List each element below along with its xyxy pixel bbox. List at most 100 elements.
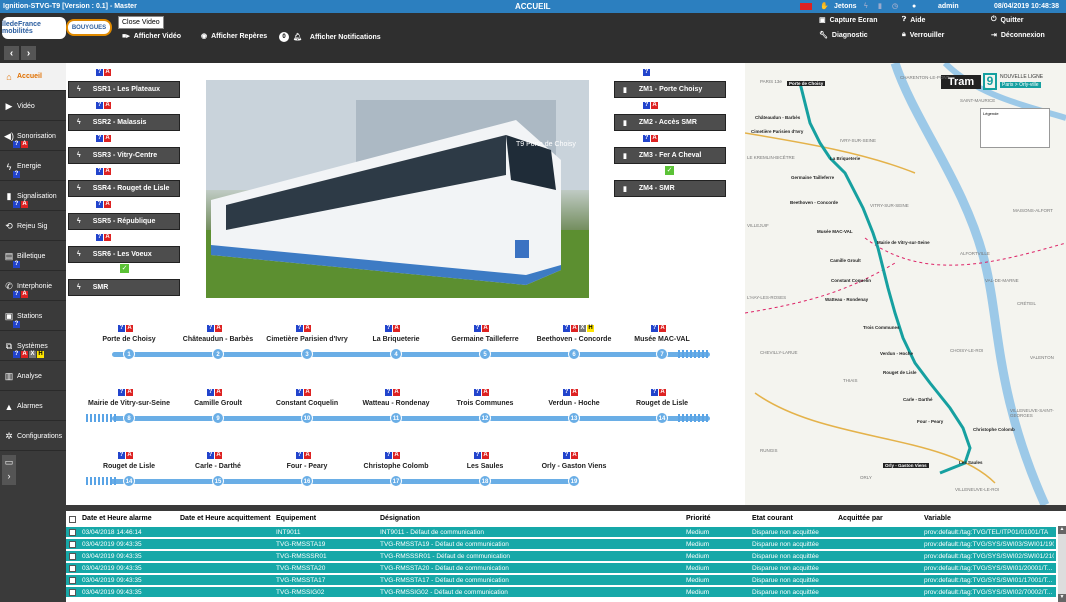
map-stop-label[interactable]: Musée MAC-VAL [817,229,853,234]
ssr-button[interactable]: ϟ SSR2 - Malassis [68,114,180,131]
map-stop-label[interactable]: Porte de Choisy [787,81,826,86]
sidebar-item-rejeusig[interactable]: ⟲ Rejeu Sig [0,213,66,241]
expand-sidebar-button[interactable]: ▭ › [2,455,16,485]
table-row[interactable]: 03/04/2018 14:46:14 INT9011 INT9011 - Défa… [66,527,1056,538]
scroll-up-arrow-icon[interactable]: ▲ [1058,526,1066,534]
screen-capture-button[interactable]: ▣ Capture Ecran [819,16,877,25]
map-stop-label[interactable]: Verdun - Hoche [880,351,913,356]
lock-button[interactable]: 🔒︎ Verrouiller [902,31,944,39]
row-checkbox[interactable] [69,589,76,596]
map-stop-label[interactable]: Camille Groult [830,258,861,263]
zm-button[interactable]: ▮ ZM3 - Fer A Cheval [614,147,726,164]
map-stop-label[interactable]: Beethoven - Concorde [790,200,838,205]
show-notifications-toggle[interactable]: 0 🔔︎ Afficher Notifications [279,32,381,42]
table-row[interactable]: 03/04/2019 09:43:35 TVG-RMSSIG02 TVG-RMSSI… [66,587,1056,598]
map-stop-label[interactable]: Trois Communes [863,325,900,330]
map-stop-label[interactable]: Mairie de Vitry-sur-Seine [877,240,930,245]
show-video-toggle[interactable]: ■▸ Afficher Vidéo [122,32,181,41]
sidebar-item-sonorisation[interactable]: ◀) Sonorisation? A [0,123,66,151]
jetons-label[interactable]: Jetons [834,0,857,13]
station-number[interactable]: 8 [123,412,135,424]
sidebar-item-energie[interactable]: ϟ Energie? [0,153,66,181]
diagnostic-button[interactable]: 🔧︎ Diagnostic [819,31,868,40]
logout-button[interactable]: ⇥ Déconnexion [991,31,1045,40]
sidebar-item-alarmes[interactable]: ▲ Alarmes [0,393,66,421]
table-row[interactable]: 03/04/2019 09:43:35 TVG-RMSSTA17 TVG-RMSST… [66,575,1056,586]
station-number[interactable]: 10 [301,412,313,424]
column-header[interactable]: Désignation [380,515,420,522]
sidebar-item-signalisation[interactable]: ▮ Signalisation? A [0,183,66,211]
nav-forward-button[interactable]: › [21,46,36,60]
station-number[interactable]: 17 [390,475,402,487]
map-stop-label[interactable]: Christophe Colomb [973,427,1015,432]
swiss-flag-icon[interactable] [800,3,812,10]
table-scrollbar[interactable]: ▲ ▼ [1058,526,1066,602]
column-header[interactable]: Date et Heure acquittement [180,515,271,522]
column-header[interactable]: Equipement [276,515,316,522]
help-button[interactable]: ❓︎ Aide [902,16,925,24]
station-number[interactable]: 16 [301,475,313,487]
station-number[interactable]: 9 [212,412,224,424]
station-number[interactable]: 12 [479,412,491,424]
station-number[interactable]: 6 [568,348,580,360]
map-stop-label[interactable]: Four - Peary [917,419,943,424]
map-stop-label[interactable]: Cimetière Parisien d'Ivry [751,129,803,134]
show-markers-toggle[interactable]: ◉ Afficher Repères [201,32,267,41]
sidebar-item-vido[interactable]: ▶ Vidéo [0,93,66,121]
sidebar-item-configurations[interactable]: ✲ Configurations [0,423,66,451]
station-number[interactable]: 15 [212,475,224,487]
row-checkbox[interactable] [69,577,76,584]
station-number[interactable]: 4 [390,348,402,360]
map-stop-label[interactable]: Orly - Gaston Viens [883,463,929,468]
map-stop-label[interactable]: Rouget de Lisle [883,370,917,375]
zm-button[interactable]: ▮ ZM4 - SMR [614,180,726,197]
ssr-button[interactable]: ϟ SMR [68,279,180,296]
map-stop-label[interactable]: Carle - Darthé [903,397,933,402]
row-checkbox[interactable] [69,553,76,560]
column-header[interactable]: Acquittée par [838,515,883,522]
column-header[interactable]: Priorité [686,515,711,522]
ssr-button[interactable]: ϟ SSR4 - Rouget de Lisle [68,180,180,197]
scroll-down-arrow-icon[interactable]: ▼ [1058,594,1066,602]
station-number[interactable]: 7 [656,348,668,360]
quit-button[interactable]: ⏻ Quitter [991,16,1024,24]
map-stop-label[interactable]: Châteaudun - Barbès [755,115,800,120]
map-stop-label[interactable]: Watteau - Rondenay [825,297,868,302]
station-number[interactable]: 13 [568,412,580,424]
map-stop-label[interactable]: Germaine Tailleferre [791,175,834,180]
table-row[interactable]: 03/04/2019 09:43:35 TVG-RMSSTA20 TVG-RMSST… [66,563,1056,574]
sidebar-item-analyse[interactable]: ▥ Analyse [0,363,66,391]
station-number[interactable]: 1 [123,348,135,360]
sidebar-item-billetique[interactable]: ▤ Billetique? [0,243,66,271]
station-number[interactable]: 5 [479,348,491,360]
zm-button[interactable]: ▮ ZM2 - Accès SMR [614,114,726,131]
map-stop-label[interactable]: La Briqueterie [830,156,860,161]
station-number[interactable]: 2 [212,348,224,360]
ssr-button[interactable]: ϟ SSR1 - Les Plateaux [68,81,180,98]
column-header[interactable]: Etat courant [752,515,793,522]
table-row[interactable]: 03/04/2019 09:43:35 TVG-RMSSTA19 TVG-RMSST… [66,539,1056,550]
station-number[interactable]: 3 [301,348,313,360]
nav-back-button[interactable]: ‹ [4,46,19,60]
map-stop-label[interactable]: Les Saules [959,460,983,465]
sidebar-item-interphonie[interactable]: ✆ Interphonie? A [0,273,66,301]
station-number[interactable]: 14 [656,412,668,424]
row-checkbox[interactable] [69,529,76,536]
sidebar-item-systmes[interactable]: ⧉ Systèmes? A X H [0,333,66,361]
ssr-button[interactable]: ϟ SSR5 - République [68,213,180,230]
select-all-checkbox[interactable] [69,516,76,523]
column-header[interactable]: Date et Heure alarme [82,515,152,522]
table-row[interactable]: 03/04/2019 09:43:35 TVG-RMSSSR01 TVG-RMSSS… [66,551,1056,562]
ssr-button[interactable]: ϟ SSR6 - Les Voeux [68,246,180,263]
row-checkbox[interactable] [69,565,76,572]
station-number[interactable]: 18 [479,475,491,487]
map-stop-label[interactable]: Constant Coquelin [831,278,871,283]
station-number[interactable]: 14 [123,475,135,487]
sidebar-item-accueil[interactable]: ⌂ Accueil [0,63,66,91]
zm-button[interactable]: ▮ ZM1 - Porte Choisy [614,81,726,98]
close-video-button[interactable]: Close Video [118,16,164,29]
row-checkbox[interactable] [69,541,76,548]
column-header[interactable]: Variable [924,515,951,522]
sidebar-item-stations[interactable]: ▣ Stations? [0,303,66,331]
ssr-button[interactable]: ϟ SSR3 - Vitry-Centre [68,147,180,164]
